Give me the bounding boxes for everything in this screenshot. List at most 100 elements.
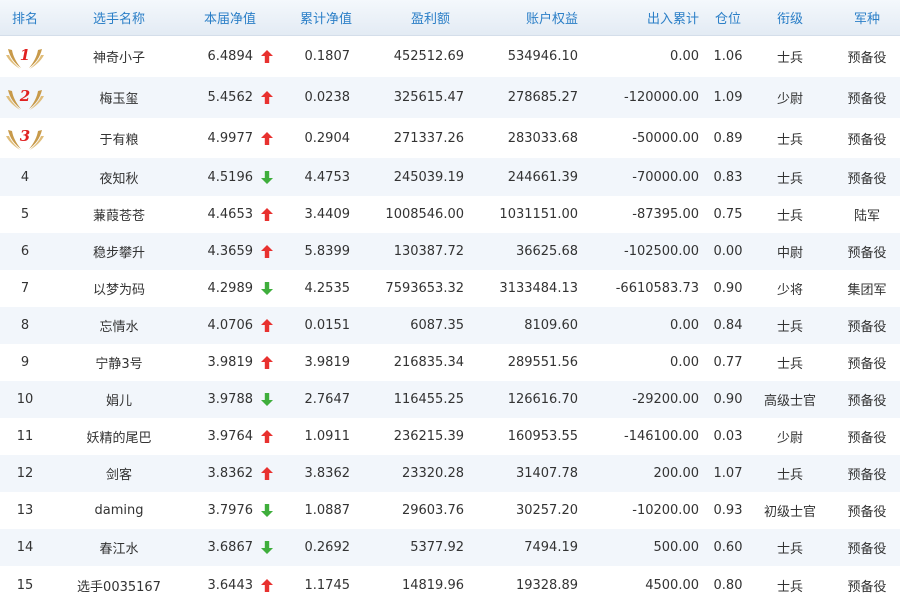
- table-row[interactable]: 6 稳步攀升 4.3659 5.8399 130387.72 36625.68 -10250…: [0, 233, 900, 270]
- player-name[interactable]: 以梦为码: [60, 270, 178, 307]
- position-value: 0.90: [713, 281, 743, 296]
- table-row[interactable]: 1 神奇小子 6.4894 0.1807 452512.69 534946.10 0.00 1…: [0, 36, 900, 77]
- up-arrow-icon: [260, 344, 274, 381]
- player-name[interactable]: 春江水: [60, 529, 178, 566]
- player-name[interactable]: 剑客: [60, 455, 178, 492]
- profit-value: 216835.34: [393, 355, 464, 370]
- up-arrow-icon: [260, 307, 274, 344]
- up-arrow-icon: [260, 566, 274, 605]
- nav-value: 3.9819: [207, 355, 254, 370]
- table-row[interactable]: 4 夜知秋 4.5196 4.4753 245039.19 244661.39 -70000…: [0, 158, 900, 196]
- rank-number: 3: [20, 127, 30, 145]
- table-header: 排名 选手名称 本届净值 累计净值 盈利额 账户权益 出入累计 仓位 衔级 军种: [0, 0, 900, 36]
- military-rank-value: 士兵: [776, 171, 803, 187]
- header-inout[interactable]: 出入累计: [600, 0, 699, 35]
- equity-value: 1031151.00: [499, 207, 578, 222]
- position-value: 0.03: [713, 429, 743, 444]
- equity-value: 278685.27: [507, 90, 578, 105]
- table-row[interactable]: 10 娟儿 3.9788 2.7647 116455.25 126616.70 -29200…: [0, 381, 900, 418]
- player-name[interactable]: 神奇小子: [60, 36, 178, 77]
- cumulative-nav-value: 3.8362: [304, 466, 351, 481]
- header-profit[interactable]: 盈利额: [380, 0, 450, 35]
- table-row[interactable]: 13 daming 3.7976 1.0887 29603.76 30257.20 -102…: [0, 492, 900, 529]
- military-rank-value: 士兵: [776, 209, 803, 224]
- nav-value: 5.4562: [207, 90, 254, 105]
- header-military-rank[interactable]: 衔级: [760, 0, 820, 35]
- cumulative-nav-value: 0.2692: [304, 540, 351, 555]
- rank-number: 6: [20, 244, 30, 259]
- army-value: 预备役: [847, 51, 887, 66]
- player-name[interactable]: 蒹葭苍苍: [60, 196, 178, 233]
- army-value: 预备役: [847, 468, 887, 483]
- header-rank[interactable]: 排名: [0, 0, 50, 35]
- position-value: 1.06: [713, 49, 743, 64]
- header-equity[interactable]: 账户权益: [480, 0, 578, 35]
- position-value: 0.89: [713, 130, 743, 146]
- header-nav[interactable]: 本届净值: [190, 0, 256, 35]
- down-arrow-icon: [260, 529, 274, 566]
- profit-value: 29603.76: [401, 503, 464, 518]
- military-rank-value: 少尉: [776, 92, 803, 107]
- player-name[interactable]: 夜知秋: [60, 158, 178, 196]
- rank-number: 7: [20, 281, 30, 296]
- table-row[interactable]: 15 选手0035167 3.6443 1.1745 14819.96 19328.89 4…: [0, 566, 900, 605]
- header-cumulative-nav[interactable]: 累计净值: [280, 0, 352, 35]
- header-player-name[interactable]: 选手名称: [60, 0, 178, 35]
- up-arrow-icon: [260, 118, 274, 158]
- position-value: 0.00: [713, 244, 743, 259]
- table-row[interactable]: 2 梅玉玺 5.4562 0.0238 325615.47 278685.27 -12000…: [0, 77, 900, 118]
- position-value: 1.07: [713, 466, 743, 481]
- player-name[interactable]: 忘情水: [60, 307, 178, 344]
- table-row[interactable]: 14 春江水 3.6867 0.2692 5377.92 7494.19 500.00 0.6…: [0, 529, 900, 566]
- nav-value: 4.2989: [207, 281, 254, 296]
- rank-number: 10: [16, 392, 34, 407]
- rank-number: 15: [16, 578, 34, 593]
- header-position[interactable]: 仓位: [703, 0, 753, 35]
- cumulative-nav-value: 1.1745: [304, 578, 351, 593]
- army-value: 预备役: [847, 171, 887, 187]
- down-arrow-icon: [260, 381, 274, 418]
- player-name[interactable]: 宁静3号: [60, 344, 178, 381]
- inout-value: -146100.00: [624, 429, 699, 444]
- table-row[interactable]: 12 剑客 3.8362 3.8362 23320.28 31407.78 200.00 1.…: [0, 455, 900, 492]
- table-row[interactable]: 11 妖精的尾巴 3.9764 1.0911 236215.39 160953.55 -14…: [0, 418, 900, 455]
- profit-value: 5377.92: [410, 540, 464, 555]
- army-value: 预备役: [847, 132, 887, 148]
- player-name[interactable]: 娟儿: [60, 381, 178, 418]
- rank-number: 8: [20, 318, 30, 333]
- table-row[interactable]: 9 宁静3号 3.9819 3.9819 216835.34 289551.56 0.00 0…: [0, 344, 900, 381]
- profit-value: 116455.25: [393, 392, 464, 407]
- inout-value: 500.00: [653, 540, 700, 555]
- position-value: 0.83: [713, 169, 743, 185]
- military-rank-value: 士兵: [776, 51, 803, 66]
- rank-number: 9: [20, 355, 30, 370]
- table-row[interactable]: 5 蒹葭苍苍 4.4653 3.4409 1008546.00 1031151.00 -87…: [0, 196, 900, 233]
- position-value: 1.09: [713, 90, 743, 105]
- cumulative-nav-value: 4.2535: [304, 281, 351, 296]
- table-row[interactable]: 3 于有粮 4.9977 0.2904 271337.26 283033.68 -50000…: [0, 118, 900, 158]
- equity-value: 3133484.13: [499, 281, 578, 296]
- laurel-medal-icon: 1: [6, 46, 44, 69]
- equity-value: 289551.56: [507, 355, 578, 370]
- inout-value: -87395.00: [632, 207, 699, 222]
- player-name[interactable]: 梅玉玺: [60, 77, 178, 118]
- profit-value: 452512.69: [393, 49, 464, 64]
- table-row[interactable]: 8 忘情水 4.0706 0.0151 6087.35 8109.60 0.00 0.84 士兵…: [0, 307, 900, 344]
- equity-value: 160953.55: [507, 429, 578, 444]
- cumulative-nav-value: 3.4409: [304, 207, 351, 222]
- player-name[interactable]: 稳步攀升: [60, 233, 178, 270]
- player-name[interactable]: 妖精的尾巴: [60, 418, 178, 455]
- rank-medal: 1: [0, 36, 50, 77]
- player-name[interactable]: daming: [60, 492, 178, 529]
- army-value: 预备役: [847, 92, 887, 107]
- player-name[interactable]: 于有粮: [60, 118, 178, 158]
- inout-value: -102500.00: [624, 244, 699, 259]
- army-value: 预备役: [847, 431, 887, 446]
- nav-value: 4.3659: [207, 244, 254, 259]
- header-army[interactable]: 军种: [834, 0, 900, 35]
- player-name[interactable]: 选手0035167: [60, 566, 178, 605]
- table-row[interactable]: 7 以梦为码 4.2989 4.2535 7593653.32 3133484.13 -66…: [0, 270, 900, 307]
- profit-value: 130387.72: [393, 244, 464, 259]
- inout-value: -10200.00: [632, 503, 699, 518]
- nav-value: 3.9788: [207, 392, 254, 407]
